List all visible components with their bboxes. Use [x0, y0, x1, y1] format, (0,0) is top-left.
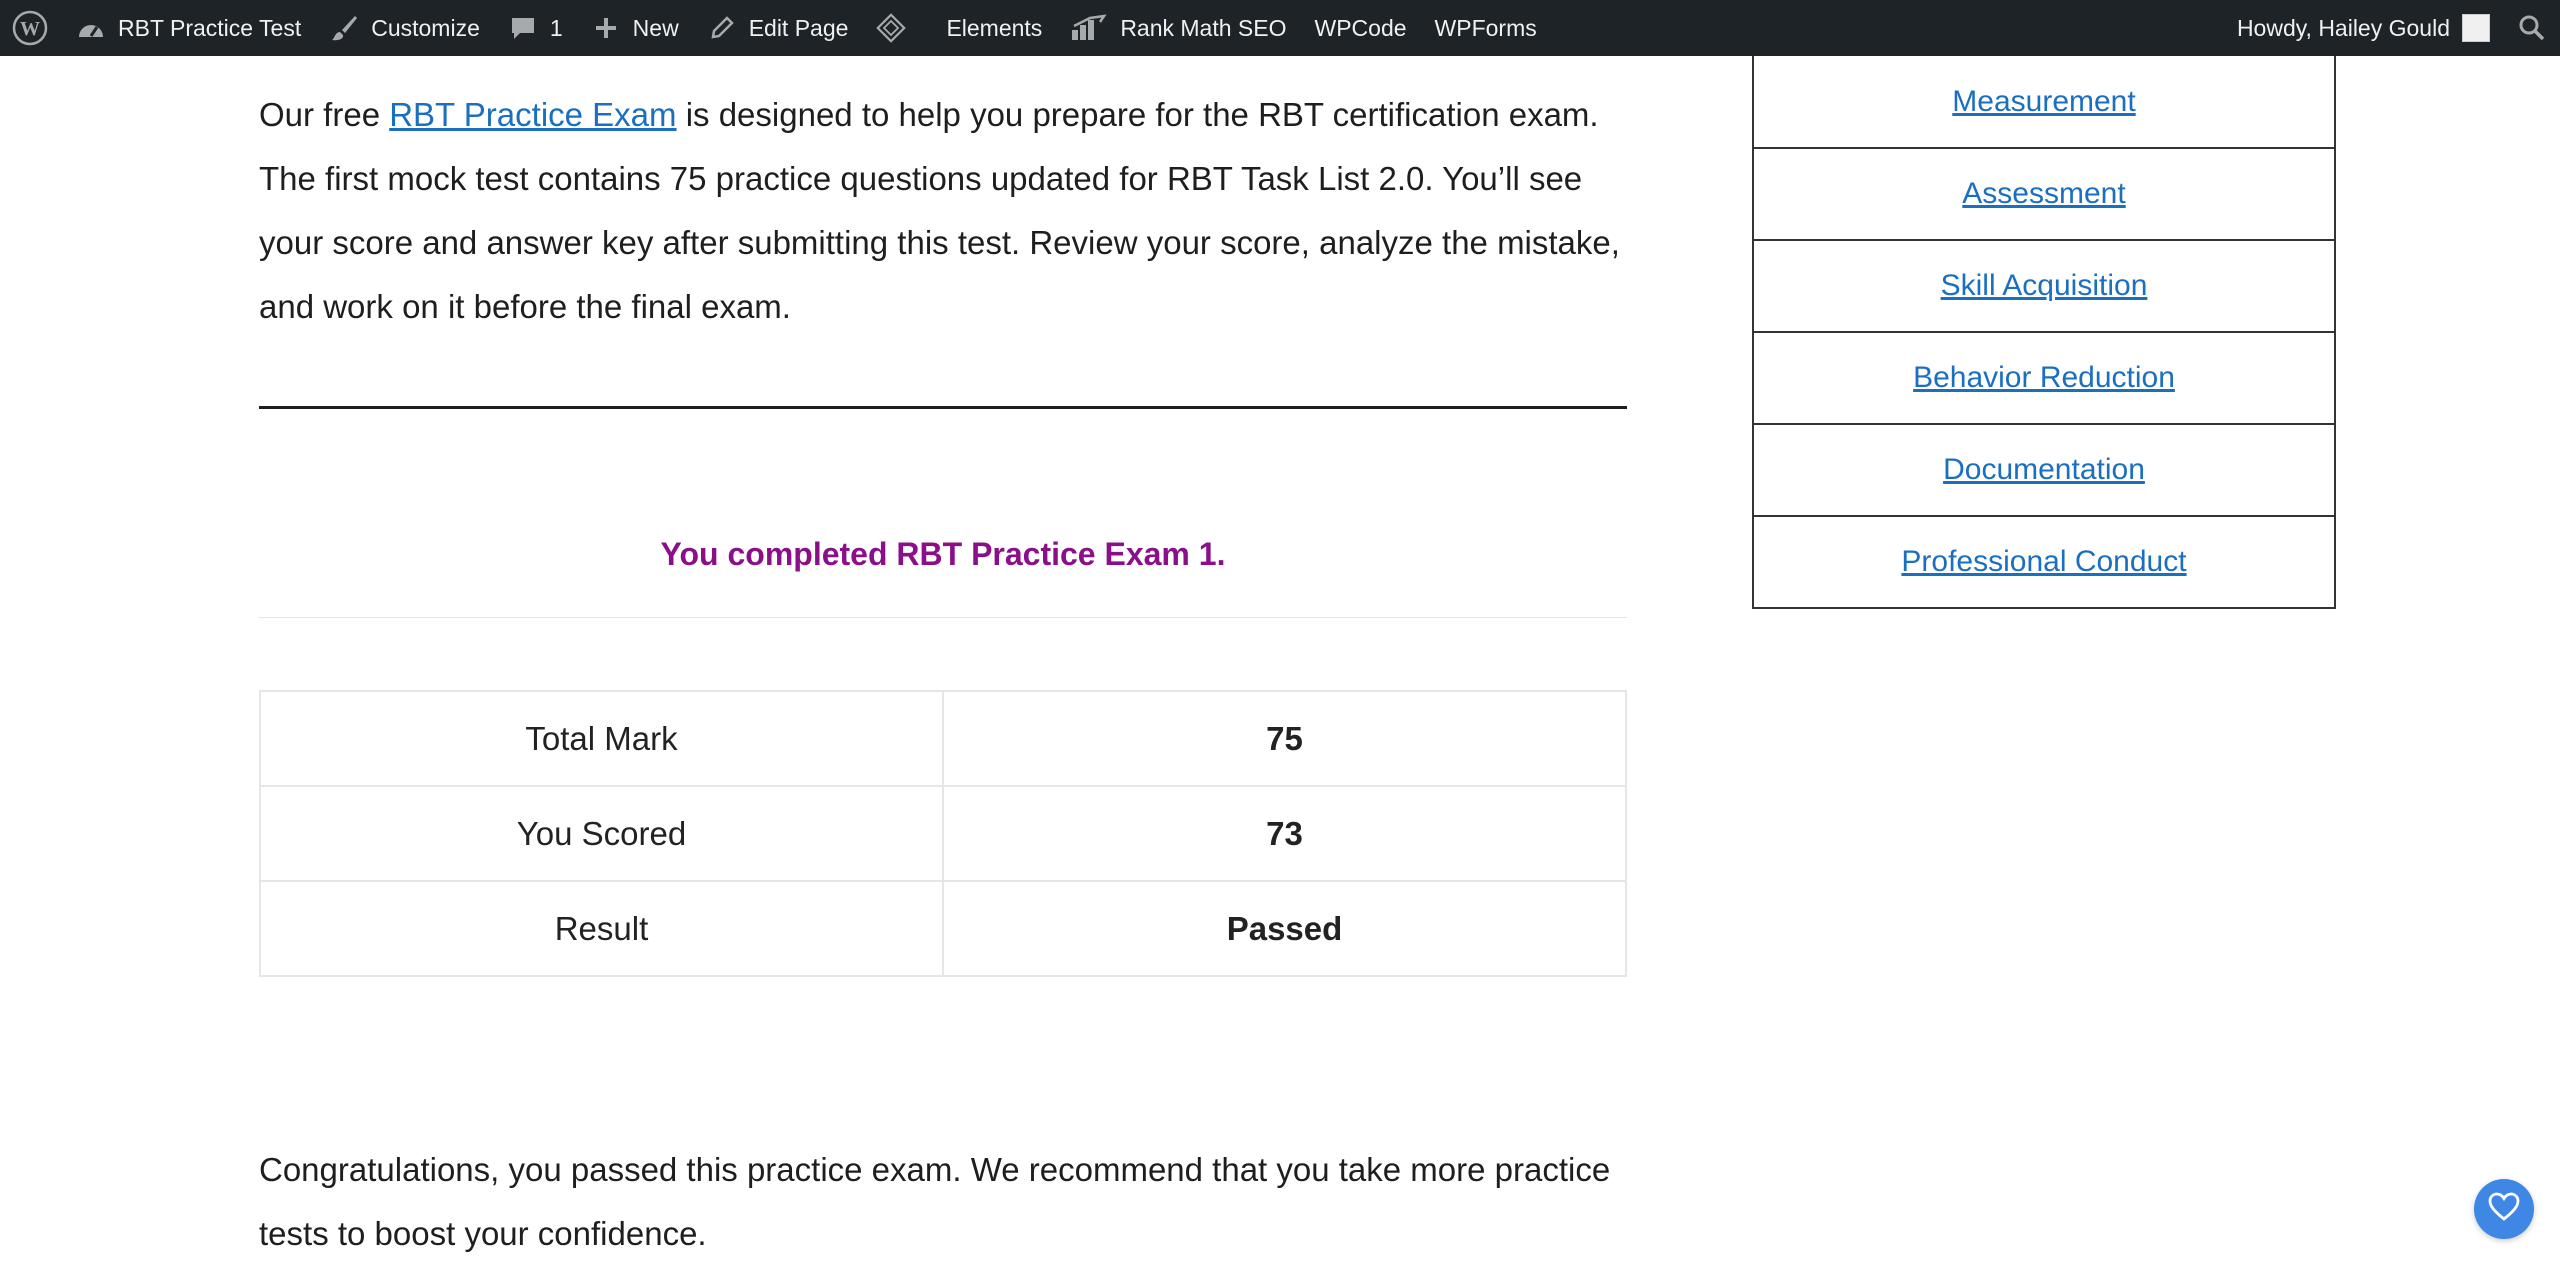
edit-page-link[interactable]: Edit Page: [693, 0, 863, 56]
dashboard-icon: [76, 13, 106, 43]
sidebar-item-assessment: Assessment: [1754, 147, 2334, 239]
table-row: Total Mark 75: [259, 690, 1627, 787]
site-name-label: RBT Practice Test: [118, 14, 302, 41]
paintbrush-icon: [329, 13, 359, 43]
intro-text-before: Our free: [259, 96, 390, 133]
rank-math-label: Rank Math SEO: [1120, 14, 1287, 41]
search-icon: [2518, 14, 2546, 42]
edit-page-label: Edit Page: [748, 14, 849, 41]
avatar: [2462, 14, 2490, 42]
plus-icon: [591, 13, 621, 43]
rank-math-icon: [1070, 13, 1108, 43]
result-value: Passed: [942, 880, 1627, 977]
result-value: 75: [942, 690, 1627, 787]
congratulations-paragraph: Congratulations, you passed this practic…: [259, 1151, 1611, 1252]
table-row: You Scored 73: [259, 785, 1627, 882]
pencil-icon: [707, 13, 737, 43]
result-label: Total Mark: [259, 690, 944, 787]
intro-paragraph: Our free RBT Practice Exam is designed t…: [259, 56, 1627, 339]
result-label: You Scored: [259, 785, 944, 882]
elements-label: Elements: [946, 14, 1043, 41]
diamond-logo-icon: [876, 13, 907, 43]
rbt-practice-exam-link[interactable]: RBT Practice Exam: [389, 96, 676, 133]
comments-count: 1: [549, 14, 563, 41]
sidebar-item-professional-conduct: Professional Conduct: [1754, 515, 2334, 607]
results-table: Total Mark 75 You Scored 73 Result Passe…: [259, 690, 1627, 977]
skill-acquisition-link[interactable]: Skill Acquisition: [1941, 269, 2148, 303]
sidebar-item-skill-acquisition: Skill Acquisition: [1754, 239, 2334, 331]
admin-bar: W RBT Practice Test Customize 1 New Edit…: [0, 0, 2560, 56]
favorite-button[interactable]: [2474, 1179, 2534, 1239]
result-value: 73: [942, 785, 1627, 882]
measurement-link[interactable]: Measurement: [1952, 85, 2135, 119]
new-label: New: [632, 14, 679, 41]
comments-link[interactable]: 1: [494, 0, 577, 56]
my-account-menu[interactable]: Howdy, Hailey Gould: [2223, 0, 2504, 56]
result-divider: [259, 617, 1627, 618]
wordpress-icon: W: [12, 10, 48, 46]
customize-label: Customize: [371, 14, 480, 41]
customize-link[interactable]: Customize: [315, 0, 494, 56]
admin-search-button[interactable]: [2504, 0, 2560, 56]
site-name-menu[interactable]: RBT Practice Test: [62, 0, 315, 56]
main-content: Our free RBT Practice Exam is designed t…: [259, 56, 1627, 1252]
assessment-link[interactable]: Assessment: [1962, 177, 2125, 211]
section-divider: [259, 406, 1627, 409]
professional-conduct-link[interactable]: Professional Conduct: [1901, 545, 2186, 579]
topic-sidebar: Measurement Assessment Skill Acquisition…: [1752, 56, 2336, 609]
behavior-reduction-link[interactable]: Behavior Reduction: [1913, 361, 2175, 395]
sidebar-item-documentation: Documentation: [1754, 423, 2334, 515]
sidebar-item-behavior-reduction: Behavior Reduction: [1754, 331, 2334, 423]
sidebar-item-measurement: Measurement: [1754, 56, 2334, 147]
wordpress-logo-menu[interactable]: W: [0, 0, 62, 56]
rank-math-menu[interactable]: Rank Math SEO: [1056, 0, 1300, 56]
documentation-link[interactable]: Documentation: [1943, 453, 2145, 487]
wpforms-menu[interactable]: WPForms: [1421, 0, 1551, 56]
table-row: Result Passed: [259, 880, 1627, 977]
comment-bubble-icon: [508, 13, 538, 43]
wpcode-label: WPCode: [1314, 14, 1407, 41]
howdy-label: Howdy, Hailey Gould: [2236, 14, 2450, 41]
completion-message: You completed RBT Practice Exam 1.: [660, 536, 1226, 572]
wpcode-menu[interactable]: WPCode: [1301, 0, 1421, 56]
new-content-menu[interactable]: New: [577, 0, 693, 56]
result-label: Result: [259, 880, 944, 977]
svg-text:W: W: [20, 18, 40, 40]
heart-icon: [2488, 1192, 2520, 1227]
elements-menu[interactable]: Elements: [862, 0, 1056, 56]
wpforms-label: WPForms: [1434, 14, 1537, 41]
